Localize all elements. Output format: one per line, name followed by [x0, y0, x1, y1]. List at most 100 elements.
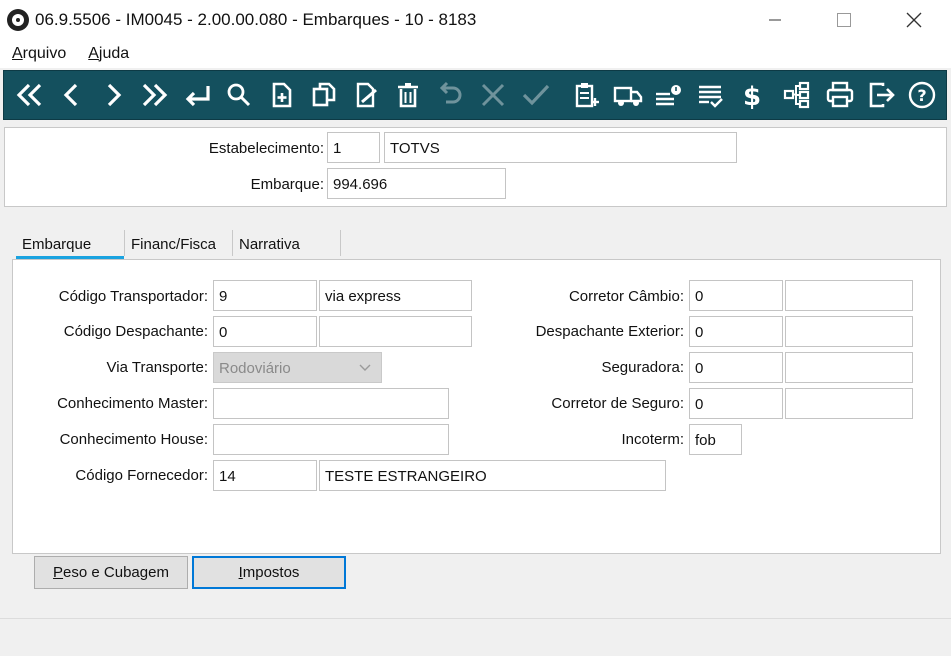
- codigo-transportador-input[interactable]: 9: [213, 280, 317, 311]
- last-icon: [142, 83, 168, 107]
- tab-narrativa[interactable]: Narrativa: [239, 230, 339, 260]
- first-record-button[interactable]: [12, 77, 48, 113]
- close-icon: [906, 12, 922, 28]
- tab-embarque[interactable]: Embarque: [16, 230, 124, 260]
- conhecimento-house-input[interactable]: [213, 424, 449, 455]
- estabelecimento-label: Estabelecimento:: [208, 140, 324, 157]
- menu-ajuda[interactable]: Ajuda: [88, 45, 129, 63]
- menu-bar: Arquivo Ajuda: [0, 40, 951, 68]
- via-transporte-label: Via Transporte:: [106, 359, 208, 376]
- previous-icon: [63, 83, 78, 107]
- tab-financ-fisca[interactable]: Financ/Fisca: [131, 230, 231, 260]
- first-icon: [16, 83, 42, 107]
- list-check-icon: [699, 85, 723, 108]
- maximize-icon: [837, 13, 851, 27]
- incoterm-input[interactable]: fob: [689, 424, 742, 455]
- peso-cubagem-button[interactable]: Peso e Cubagem: [34, 556, 188, 589]
- help-icon: ?: [908, 81, 936, 109]
- list-alert-button[interactable]: [650, 77, 686, 113]
- embarque-input[interactable]: 994.696: [327, 168, 506, 199]
- new-button[interactable]: [264, 77, 300, 113]
- impostos-button[interactable]: Impostos: [192, 556, 346, 589]
- clipboard-add-icon: [575, 83, 599, 108]
- svg-text:$: $: [743, 82, 761, 110]
- conhecimento-master-label: Conhecimento Master:: [57, 395, 208, 412]
- corretor-seguro-name-field: [785, 388, 913, 419]
- clipboard-add-button[interactable]: [568, 77, 604, 113]
- goto-button[interactable]: [179, 77, 215, 113]
- tab-separator: [232, 230, 233, 256]
- truck-icon: [613, 86, 643, 106]
- codigo-despachante-label: Código Despachante:: [63, 323, 208, 340]
- chevron-down-icon: [359, 364, 371, 371]
- help-button[interactable]: ?: [904, 77, 940, 113]
- despachante-exterior-label: Despachante Exterior:: [535, 323, 684, 340]
- header-panel: Estabelecimento: 1 TOTVS Embarque: 994.6…: [4, 127, 947, 207]
- despachante-exterior-input[interactable]: 0: [689, 316, 783, 347]
- cancel-button: [475, 77, 511, 113]
- search-icon: [227, 83, 251, 107]
- transportador-name-field: via express: [319, 280, 472, 311]
- corretor-seguro-input[interactable]: 0: [689, 388, 783, 419]
- exit-icon: [869, 82, 895, 108]
- fornecedor-name-field: TESTE ESTRANGEIRO: [319, 460, 666, 491]
- corretor-cambio-label: Corretor Câmbio:: [568, 288, 684, 305]
- toolbar: $ ?: [3, 70, 947, 120]
- hierarchy-button[interactable]: [779, 77, 815, 113]
- exit-button[interactable]: [864, 77, 900, 113]
- corretor-cambio-input[interactable]: 0: [689, 280, 783, 311]
- status-bar: [0, 618, 951, 656]
- dollar-icon: $: [743, 82, 761, 110]
- conhecimento-house-label: Conhecimento House:: [59, 431, 208, 448]
- seguradora-name-field: [785, 352, 913, 383]
- minimize-icon: [769, 19, 781, 21]
- codigo-transportador-label: Código Transportador:: [58, 288, 208, 305]
- next-record-button[interactable]: [95, 77, 131, 113]
- financial-button[interactable]: $: [734, 77, 770, 113]
- minimize-button[interactable]: [752, 0, 798, 40]
- maximize-button[interactable]: [821, 0, 867, 40]
- despachante-name-field: [319, 316, 472, 347]
- via-transporte-select: Rodoviário: [213, 352, 382, 383]
- tab-panel-embarque: Código Transportador: 9 via express Códi…: [12, 259, 941, 554]
- corretor-seguro-label: Corretor de Seguro:: [551, 395, 684, 412]
- print-button[interactable]: [822, 77, 858, 113]
- estabelecimento-code-input[interactable]: 1: [327, 132, 380, 163]
- title-bar: 06.9.5506 - IM0045 - 2.00.00.080 - Embar…: [0, 0, 951, 40]
- edit-button[interactable]: [348, 77, 384, 113]
- goto-icon: [185, 86, 210, 107]
- next-icon: [107, 83, 122, 107]
- copy-icon: [312, 82, 336, 107]
- seguradora-input[interactable]: 0: [689, 352, 783, 383]
- cancel-icon: [481, 83, 505, 107]
- copy-button[interactable]: [306, 77, 342, 113]
- hierarchy-icon: [783, 81, 810, 109]
- window-title: 06.9.5506 - IM0045 - 2.00.00.080 - Embar…: [35, 10, 477, 29]
- close-button[interactable]: [891, 0, 937, 40]
- search-button[interactable]: [221, 77, 257, 113]
- incoterm-label: Incoterm:: [621, 431, 684, 448]
- confirm-button: [518, 77, 554, 113]
- menu-arquivo[interactable]: Arquivo: [12, 45, 66, 63]
- embarque-label: Embarque:: [250, 176, 324, 193]
- print-icon: [826, 81, 854, 108]
- list-check-button[interactable]: [692, 77, 728, 113]
- shipment-button[interactable]: [610, 77, 646, 113]
- last-record-button[interactable]: [136, 77, 172, 113]
- codigo-fornecedor-input[interactable]: 14: [213, 460, 317, 491]
- seguradora-label: Seguradora:: [601, 359, 684, 376]
- conhecimento-master-input[interactable]: [213, 388, 449, 419]
- delete-button[interactable]: [390, 77, 426, 113]
- svg-text:?: ?: [917, 86, 926, 105]
- delete-icon: [398, 83, 418, 108]
- new-icon: [272, 82, 292, 108]
- previous-record-button[interactable]: [54, 77, 90, 113]
- undo-icon: [439, 81, 462, 104]
- codigo-despachante-input[interactable]: 0: [213, 316, 317, 347]
- confirm-icon: [522, 84, 550, 106]
- tab-separator: [124, 230, 125, 256]
- list-alert-icon: [656, 85, 681, 106]
- edit-icon: [356, 82, 377, 108]
- undo-button: [432, 77, 468, 113]
- codigo-fornecedor-label: Código Fornecedor:: [75, 467, 208, 484]
